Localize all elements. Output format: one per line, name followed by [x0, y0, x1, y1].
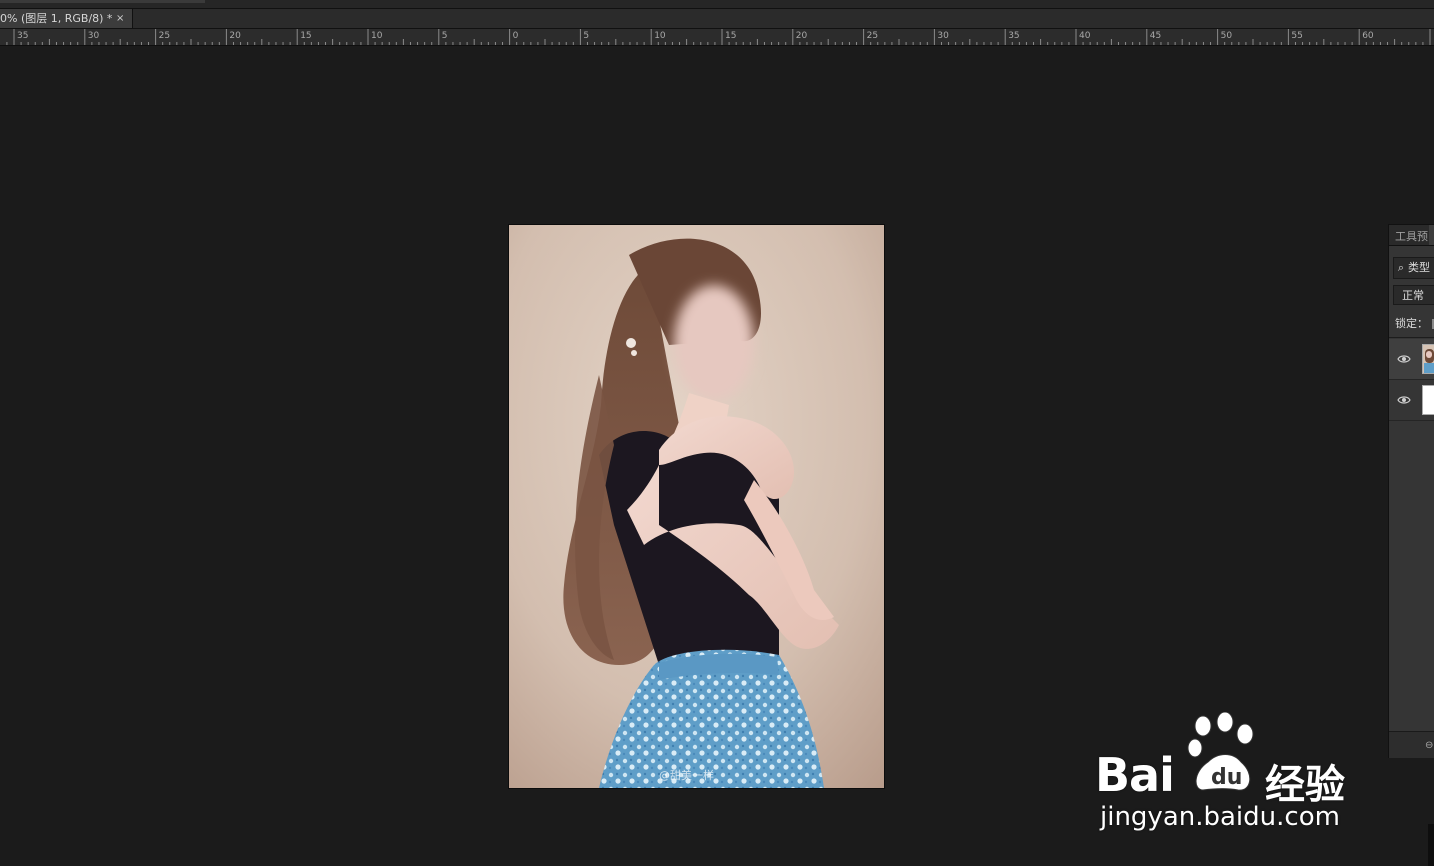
ruler-label: 60 [1362, 31, 1374, 41]
watermark-url: jingyan.baidu.com [1100, 802, 1340, 832]
ruler-label: 20 [796, 31, 808, 41]
ruler-label: 30 [88, 31, 100, 41]
ruler-label: 0 [513, 31, 519, 41]
ruler-label: 15 [725, 31, 736, 41]
ruler-label: 35 [1008, 31, 1019, 41]
panel-tabs: 工具预 [1389, 225, 1434, 246]
layer-row-1[interactable] [1389, 339, 1434, 380]
photo-caption: @甜美一样 [659, 768, 714, 782]
layer-filter-label: 类型 [1408, 261, 1430, 274]
blend-mode-dropdown[interactable]: 正常 [1393, 285, 1434, 305]
ruler-label: 25 [867, 31, 878, 41]
layer-filter-dropdown[interactable]: ⌕ 类型 [1393, 257, 1434, 279]
close-icon[interactable]: × [116, 9, 124, 28]
panel-divider [1389, 337, 1434, 338]
ruler-label: 40 [1079, 31, 1091, 41]
baidu-paw-logo: du [1187, 712, 1254, 791]
corner-scroll-edge [1428, 824, 1434, 866]
document-canvas-image[interactable]: @甜美一样 [509, 225, 884, 788]
eye-icon[interactable] [1397, 393, 1411, 407]
tab-layers[interactable] [1429, 225, 1434, 245]
layers-panel: 工具预 ⌕ 类型 正常 锁定： ⊖ [1388, 224, 1434, 760]
ruler-label: 5 [583, 31, 589, 41]
baidu-jingyan-watermark: du Bai 经验 jingyan.baidu.com [1095, 710, 1365, 840]
ruler-label: 25 [159, 31, 170, 41]
portrait-photo: @甜美一样 [509, 225, 884, 788]
svg-text:du: du [1211, 765, 1242, 790]
ruler-label: 55 [1291, 31, 1302, 41]
layer-row-background[interactable] [1389, 380, 1434, 421]
ruler-label: 5 [442, 31, 448, 41]
eye-icon[interactable] [1397, 352, 1411, 366]
tab-tool-presets[interactable]: 工具预 [1395, 228, 1428, 244]
ruler-label: 30 [937, 31, 949, 41]
search-icon: ⌕ [1397, 261, 1405, 274]
ruler-label: 10 [371, 31, 383, 41]
lock-label: 锁定： [1395, 317, 1428, 330]
ruler-label: 50 [1221, 31, 1233, 41]
ruler-label: 45 [1150, 31, 1161, 41]
ruler-label: 10 [654, 31, 666, 41]
document-tab[interactable]: 0% (图层 1, RGB/8) * × [0, 9, 133, 28]
panel-bottom-bar: ⊖ [1389, 731, 1434, 760]
link-icon[interactable]: ⊖ [1425, 740, 1433, 751]
layer-thumbnail-white [1422, 385, 1434, 415]
horizontal-ruler[interactable]: 35 30 25 20 15 10 5 0 5 10 15 20 25 30 35 40 45 50 55 60 [0, 29, 1434, 46]
layer-thumbnail-photo [1422, 344, 1434, 374]
top-bar-highlight [0, 0, 205, 3]
ruler-label: 20 [229, 31, 241, 41]
document-tab-bar: 0% (图层 1, RGB/8) * × [0, 9, 1434, 29]
ruler-label: 15 [300, 31, 311, 41]
watermark-brand: Bai [1095, 748, 1175, 802]
ruler-ticks: 35 30 25 20 15 10 5 0 5 10 15 20 25 30 35 40 45 50 55 60 [6, 29, 1431, 45]
app-top-bar [0, 0, 1434, 9]
document-tab-title: 0% (图层 1, RGB/8) * [0, 12, 113, 25]
ruler-label: 35 [17, 31, 28, 41]
